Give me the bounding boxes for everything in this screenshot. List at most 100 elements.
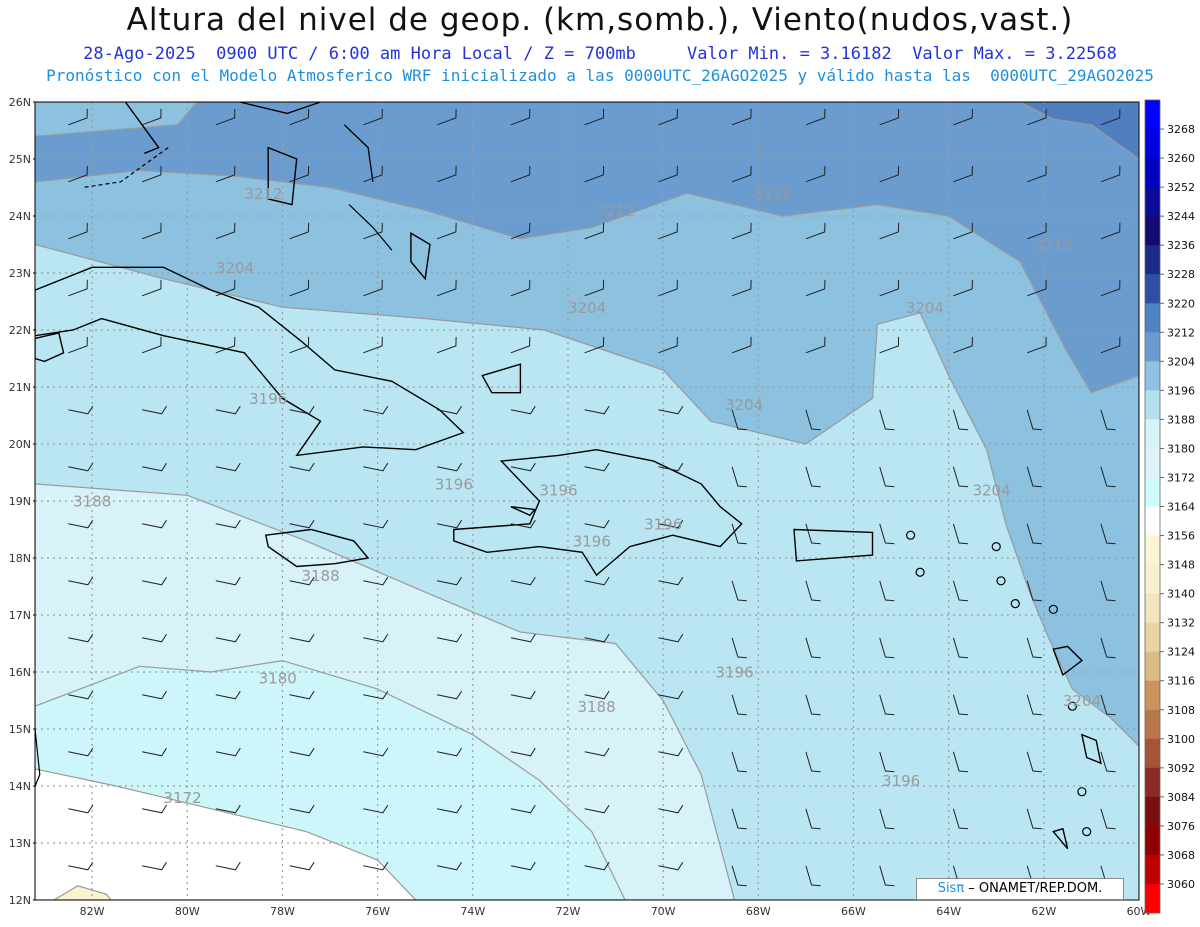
colorbar-tick-label: 3244 bbox=[1167, 210, 1195, 223]
colorbar-tick-label: 3108 bbox=[1167, 704, 1195, 717]
contour-label: 3180 bbox=[259, 669, 297, 687]
colorbar-swatch bbox=[1145, 390, 1160, 420]
contour-label: 3196 bbox=[715, 664, 753, 682]
colorbar-swatch bbox=[1145, 506, 1160, 536]
colorbar-swatch bbox=[1145, 593, 1160, 624]
colorbar-tick-label: 3220 bbox=[1167, 297, 1195, 310]
lat-label: 22N bbox=[9, 324, 31, 337]
colorbar-tick-label: 3204 bbox=[1167, 355, 1195, 368]
colorbar-tick-label: 3076 bbox=[1167, 820, 1195, 833]
colorbar-swatch bbox=[1145, 332, 1160, 362]
lon-label: 72W bbox=[556, 905, 581, 918]
colorbar-swatch bbox=[1145, 245, 1160, 275]
colorbar-swatch bbox=[1145, 884, 1160, 914]
colorbar-swatch bbox=[1145, 854, 1160, 885]
colorbar-tick-label: 3116 bbox=[1167, 675, 1195, 688]
colorbar-swatch bbox=[1145, 651, 1160, 682]
colorbar-tick-label: 3132 bbox=[1167, 617, 1195, 630]
lat-label: 12N bbox=[9, 894, 31, 907]
lon-label: 68W bbox=[746, 905, 771, 918]
colorbar-swatch bbox=[1145, 535, 1160, 565]
colorbar-tick-label: 3164 bbox=[1167, 501, 1195, 514]
colorbar-swatch bbox=[1145, 448, 1160, 478]
colorbar-tick-label: 3228 bbox=[1167, 268, 1195, 281]
lon-label: 62W bbox=[1031, 905, 1056, 918]
colorbar-tick-label: 3188 bbox=[1167, 413, 1195, 426]
colorbar-swatch bbox=[1145, 187, 1160, 217]
subtitle-time: 28-Ago-2025 0900 UTC / 6:00 am Hora Loca… bbox=[0, 44, 1200, 64]
map-area: 3212 3212 3212 3212 3204 3204 3204 3204 3204 3204… bbox=[35, 102, 1139, 900]
contour-label: 3196 bbox=[644, 516, 682, 534]
colorbar-swatch bbox=[1145, 564, 1160, 595]
contour-label: 3212 bbox=[597, 202, 635, 220]
contour-label: 3204 bbox=[216, 259, 254, 277]
credit-brand: Sisπ bbox=[937, 881, 965, 896]
contour-label: 3204 bbox=[972, 481, 1010, 499]
max-value: Valor Max. = 3.22568 bbox=[912, 44, 1117, 64]
lat-label: 25N bbox=[9, 153, 31, 166]
lat-label: 26N bbox=[9, 96, 31, 109]
colorbar-swatch bbox=[1145, 477, 1160, 507]
contour-label: 3204 bbox=[568, 299, 606, 317]
colorbar-swatch bbox=[1145, 680, 1160, 711]
colorbar: 3268 3260 3252 3244 3236 3228 3220 3212 3204 3196… bbox=[1144, 99, 1195, 914]
contour-label: 3188 bbox=[73, 493, 111, 511]
lon-labels: 82W 80W 78W 76W 74W 72W 70W 68W 66W 64W 62W 60W bbox=[80, 905, 1152, 918]
contour-label: 3196 bbox=[539, 481, 577, 499]
lat-label: 20N bbox=[9, 438, 31, 451]
colorbar-swatch bbox=[1145, 303, 1160, 333]
colorbar-swatch bbox=[1145, 361, 1160, 391]
lat-label: 21N bbox=[9, 381, 31, 394]
colorbar-tick-label: 3180 bbox=[1167, 442, 1195, 455]
lat-label: 14N bbox=[9, 780, 31, 793]
lon-label: 76W bbox=[365, 905, 390, 918]
contour-label: 3188 bbox=[301, 567, 339, 585]
colorbar-tick-label: 3196 bbox=[1167, 384, 1195, 397]
colorbar-tick-label: 3212 bbox=[1167, 326, 1195, 339]
lon-label: 82W bbox=[80, 905, 105, 918]
contour-label: 3204 bbox=[906, 299, 944, 317]
colorbar-swatch bbox=[1145, 419, 1160, 449]
colorbar-swatch bbox=[1145, 274, 1160, 304]
contour-label: 3204 bbox=[725, 396, 763, 414]
forecast-date: 28-Ago-2025 bbox=[83, 44, 196, 64]
colorbar-swatch bbox=[1145, 767, 1160, 798]
colorbar-swatch bbox=[1145, 738, 1160, 769]
credit-text: – ONAMET/REP.DOM. bbox=[964, 881, 1103, 896]
lon-label: 80W bbox=[175, 905, 200, 918]
colorbar-tick-label: 3260 bbox=[1167, 152, 1195, 165]
colorbar-swatch bbox=[1145, 796, 1160, 827]
colorbar-tick-label: 3068 bbox=[1167, 849, 1195, 862]
contour-label: 3196 bbox=[249, 390, 287, 408]
lat-label: 17N bbox=[9, 609, 31, 622]
colorbar-tick-label: 3172 bbox=[1167, 472, 1195, 485]
contour-label: 3204 bbox=[1063, 692, 1101, 710]
lat-labels: 12N 13N 14N 15N 16N 17N 18N 19N 20N 21N 22N 23N 24N 2… bbox=[9, 96, 35, 907]
contour-label: 3212 bbox=[754, 185, 792, 203]
lon-label: 66W bbox=[841, 905, 866, 918]
contour-label: 3212 bbox=[1034, 236, 1072, 254]
contour-label: 3172 bbox=[163, 789, 201, 807]
chart-title: Altura del nivel de geop. (km,somb.), Vi… bbox=[126, 2, 1074, 38]
forecast-time: 0900 UTC / 6:00 am Hora Local / Z = 700m… bbox=[216, 44, 636, 64]
contour-label: 3212 bbox=[244, 185, 282, 203]
lat-label: 15N bbox=[9, 723, 31, 736]
colorbar-tick-label: 3060 bbox=[1167, 878, 1195, 891]
lat-label: 16N bbox=[9, 666, 31, 679]
colorbar-swatch bbox=[1145, 709, 1160, 740]
lat-label: 13N bbox=[9, 837, 31, 850]
colorbar-swatch bbox=[1145, 129, 1160, 159]
colorbar-tick-label: 3092 bbox=[1167, 762, 1195, 775]
colorbar-tick-label: 3124 bbox=[1167, 646, 1195, 659]
colorbar-tick-label: 3140 bbox=[1167, 588, 1195, 601]
lat-label: 23N bbox=[9, 267, 31, 280]
colorbar-tick-label: 3084 bbox=[1167, 791, 1195, 804]
lat-label: 18N bbox=[9, 552, 31, 565]
colorbar-tick-label: 3268 bbox=[1167, 123, 1195, 136]
lat-label: 19N bbox=[9, 495, 31, 508]
contour-label: 3196 bbox=[882, 772, 920, 790]
lat-label: 24N bbox=[9, 210, 31, 223]
colorbar-tick-label: 3156 bbox=[1167, 530, 1195, 543]
weather-map: 3212 3212 3212 3212 3204 3204 3204 3204 3204 3204… bbox=[9, 96, 1195, 918]
colorbar-tick-label: 3236 bbox=[1167, 239, 1195, 252]
